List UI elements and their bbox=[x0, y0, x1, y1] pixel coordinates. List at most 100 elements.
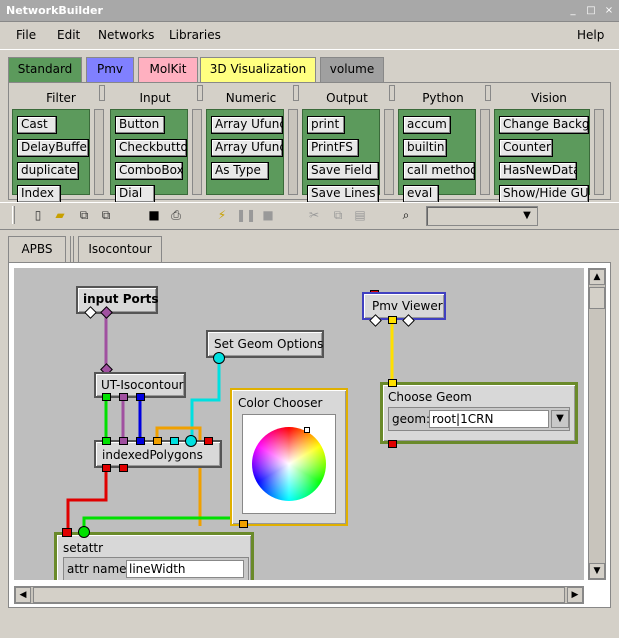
tab-apbs[interactable]: APBS bbox=[8, 236, 66, 262]
input-port[interactable] bbox=[78, 526, 90, 538]
input-port[interactable] bbox=[204, 437, 213, 445]
tab-pmv[interactable]: Pmv bbox=[86, 57, 134, 82]
scroll-down-icon[interactable]: ▼ bbox=[589, 563, 605, 579]
search-combobox[interactable]: ▼ bbox=[426, 206, 538, 226]
node-save-field[interactable]: Save Field bbox=[307, 162, 379, 180]
input-port[interactable] bbox=[62, 528, 72, 537]
node-checkbutton[interactable]: Checkbutto bbox=[115, 139, 187, 157]
run-icon[interactable]: ⚡ bbox=[214, 207, 230, 223]
column-sash[interactable] bbox=[485, 85, 491, 101]
stop-icon[interactable]: ■ bbox=[260, 207, 276, 223]
output-port[interactable] bbox=[136, 393, 145, 401]
scroll-right-icon[interactable]: ▶ bbox=[567, 587, 583, 603]
node-save-lines[interactable]: Save Lines bbox=[307, 185, 379, 203]
output-port[interactable] bbox=[102, 464, 111, 472]
output-port[interactable] bbox=[102, 393, 111, 401]
attr-name-input[interactable]: lineWidth bbox=[126, 560, 244, 578]
horizontal-scrollbar[interactable]: ◀ ▶ bbox=[14, 586, 584, 604]
node-color-chooser[interactable]: Color Chooser bbox=[230, 388, 348, 526]
node-hasnewdata[interactable]: HasNewData bbox=[499, 162, 577, 180]
node-counter[interactable]: Counter bbox=[499, 139, 553, 157]
node-accum[interactable]: accum bbox=[403, 116, 451, 134]
minimize-icon[interactable]: _ bbox=[566, 4, 580, 18]
node-choose-geom[interactable]: Choose Geom geom: root|1CRN ▼ bbox=[380, 382, 578, 444]
scroll-up-icon[interactable]: ▲ bbox=[589, 269, 605, 285]
output-port[interactable] bbox=[239, 520, 248, 528]
tab-molkit[interactable]: MolKit bbox=[138, 57, 198, 82]
menu-networks[interactable]: Networks bbox=[98, 28, 154, 42]
tab-isocontour[interactable]: Isocontour bbox=[78, 236, 162, 262]
node-array-ufunc-1[interactable]: Array Ufunc bbox=[211, 116, 283, 134]
output-port[interactable] bbox=[388, 316, 397, 324]
node-button[interactable]: Button bbox=[115, 116, 165, 134]
color-cursor[interactable] bbox=[304, 427, 310, 433]
close-icon[interactable]: × bbox=[602, 4, 616, 18]
tab-standard[interactable]: Standard bbox=[8, 57, 82, 82]
input-port[interactable] bbox=[119, 437, 128, 445]
input-port[interactable] bbox=[388, 379, 397, 387]
cut-icon[interactable]: ✂ bbox=[306, 207, 322, 223]
node-print[interactable]: print bbox=[307, 116, 345, 134]
menu-edit[interactable]: Edit bbox=[57, 28, 80, 42]
node-builtin[interactable]: builtin bbox=[403, 139, 447, 157]
input-port[interactable] bbox=[136, 437, 145, 445]
vertical-scrollbar[interactable]: ▲ ▼ bbox=[588, 268, 606, 580]
column-sash[interactable] bbox=[389, 85, 395, 101]
chevron-down-icon[interactable]: ▼ bbox=[519, 209, 535, 223]
output-scrollbar[interactable] bbox=[384, 109, 394, 195]
output-port[interactable] bbox=[119, 464, 128, 472]
scroll-thumb[interactable] bbox=[589, 287, 605, 309]
input-port[interactable] bbox=[170, 437, 179, 445]
scroll-thumb[interactable] bbox=[33, 587, 565, 603]
search-icon[interactable]: ⌕ bbox=[398, 207, 414, 223]
merge-network-icon[interactable]: ⧉ bbox=[98, 207, 114, 223]
pause-icon[interactable]: ❚❚ bbox=[236, 207, 256, 223]
open-folder-icon[interactable]: ▰ bbox=[52, 207, 68, 223]
vision-scrollbar[interactable] bbox=[594, 109, 604, 195]
node-setattr[interactable]: setattr attr name: lineWidth bbox=[54, 532, 254, 580]
column-sash[interactable] bbox=[293, 85, 299, 101]
column-sash[interactable] bbox=[197, 85, 203, 101]
geom-value[interactable]: root|1CRN bbox=[429, 410, 549, 428]
input-port[interactable] bbox=[185, 435, 197, 447]
column-sash[interactable] bbox=[99, 85, 105, 101]
node-array-ufunc-2[interactable]: Array Ufunc bbox=[211, 139, 283, 157]
save-icon[interactable]: ■ bbox=[146, 207, 162, 223]
node-index[interactable]: Index bbox=[17, 185, 61, 203]
input-scrollbar[interactable] bbox=[192, 109, 202, 195]
node-combobox[interactable]: ComboBox bbox=[115, 162, 183, 180]
filter-scrollbar[interactable] bbox=[94, 109, 104, 195]
menu-libraries[interactable]: Libraries bbox=[169, 28, 221, 42]
tab-3d-visualization[interactable]: 3D Visualization bbox=[200, 57, 316, 82]
node-dial[interactable]: Dial bbox=[115, 185, 155, 203]
node-change-background[interactable]: Change Backg bbox=[499, 116, 589, 134]
new-file-icon[interactable]: ▯ bbox=[30, 207, 46, 223]
node-call-method[interactable]: call method bbox=[403, 162, 475, 180]
node-printfs[interactable]: PrintFS bbox=[307, 139, 359, 157]
numeric-scrollbar[interactable] bbox=[288, 109, 298, 195]
node-cast[interactable]: Cast bbox=[17, 116, 57, 134]
menu-help[interactable]: Help bbox=[577, 28, 604, 42]
menu-file[interactable]: File bbox=[16, 28, 36, 42]
print-icon[interactable]: ⎙ bbox=[168, 207, 184, 223]
node-delaybuffer[interactable]: DelayBuffer bbox=[17, 139, 89, 157]
maximize-icon[interactable]: □ bbox=[584, 4, 598, 18]
copy-icon[interactable]: ⧉ bbox=[330, 207, 346, 223]
color-wheel[interactable] bbox=[252, 427, 326, 501]
network-canvas[interactable]: input Ports UT-Isocontour Set Geom Optio… bbox=[14, 268, 584, 580]
node-show-hide-gui[interactable]: Show/Hide GU bbox=[499, 185, 589, 203]
copy-network-icon[interactable]: ⧉ bbox=[76, 207, 92, 223]
node-as-type[interactable]: As Type bbox=[211, 162, 269, 180]
tab-volume[interactable]: volume bbox=[320, 57, 384, 82]
input-port[interactable] bbox=[153, 437, 162, 445]
chevron-down-icon[interactable]: ▼ bbox=[551, 410, 569, 428]
paste-icon[interactable]: ▤ bbox=[352, 207, 368, 223]
output-port[interactable] bbox=[213, 352, 225, 364]
python-scrollbar[interactable] bbox=[480, 109, 490, 195]
output-port[interactable] bbox=[388, 440, 397, 448]
output-port[interactable] bbox=[119, 393, 128, 401]
scroll-left-icon[interactable]: ◀ bbox=[15, 587, 31, 603]
input-port[interactable] bbox=[102, 437, 111, 445]
node-duplicate[interactable]: duplicate bbox=[17, 162, 79, 180]
node-eval[interactable]: eval bbox=[403, 185, 439, 203]
